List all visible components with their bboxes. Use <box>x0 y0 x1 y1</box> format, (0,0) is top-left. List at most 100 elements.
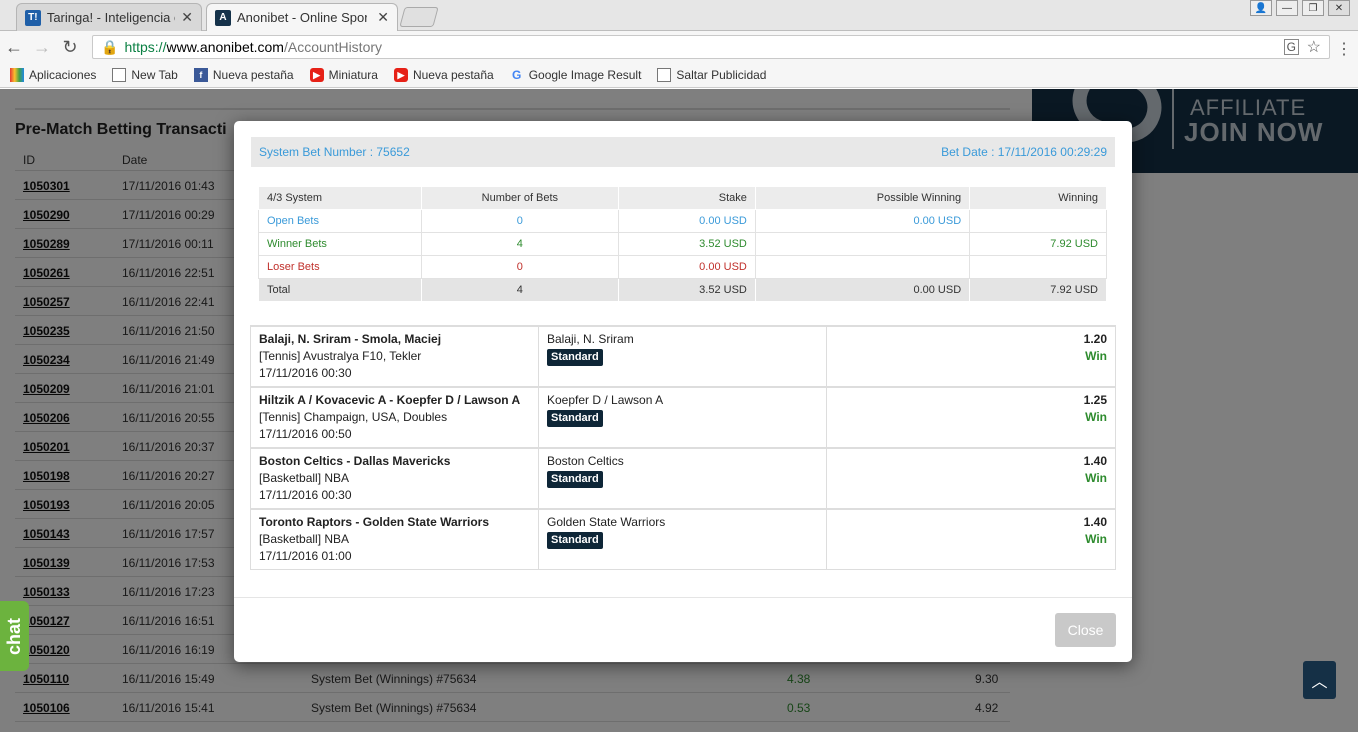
leg-league: [Tennis] Champaign, USA, Doubles <box>259 410 448 424</box>
scroll-to-top-button[interactable]: ︿ <box>1303 661 1336 699</box>
bet-type-badge: Standard <box>547 471 603 488</box>
translate-icon[interactable]: G <box>1283 39 1299 55</box>
summary-label: Total <box>258 278 422 302</box>
summary-header: Stake <box>618 186 756 210</box>
leg-selection: Koepfer D / Lawson A <box>547 393 664 407</box>
summary-count: 4 <box>420 232 620 256</box>
close-tab-icon[interactable]: ✕ <box>181 9 193 26</box>
leg-selection: Balaji, N. Sriram <box>547 332 634 346</box>
leg-odds: 1.20 <box>1083 332 1107 346</box>
leg-selection-cell: Golden State Warriors Standard <box>538 508 827 570</box>
leg-time: 17/11/2016 00:30 <box>259 366 352 380</box>
summary-winning <box>969 209 1107 233</box>
menu-kebab-icon[interactable]: ⋮ <box>1336 39 1352 59</box>
chat-button[interactable]: chat <box>0 601 29 671</box>
address-bar[interactable]: 🔒 https://www.anonibet.com/AccountHistor… <box>92 35 1330 59</box>
reload-icon[interactable]: ↻ <box>56 37 84 58</box>
summary-count: 0 <box>420 255 620 279</box>
bet-type-badge: Standard <box>547 410 603 427</box>
bookmark-saltar[interactable]: Saltar Publicidad <box>657 68 766 82</box>
leg-selection-cell: Koepfer D / Lawson A Standard <box>538 386 827 449</box>
profile-icon[interactable]: 👤 <box>1250 0 1272 16</box>
close-tab-icon[interactable]: ✕ <box>377 9 389 26</box>
summary-winning: 7.92 USD <box>969 278 1107 302</box>
summary-row-winner: Winner Bets 4 3.52 USD 7.92 USD <box>258 232 1107 256</box>
bookmark-label: New Tab <box>131 68 178 82</box>
facebook-icon: f <box>193 68 208 82</box>
summary-row-loser: Loser Bets 0 0.00 USD <box>258 255 1107 279</box>
back-arrow-icon[interactable]: ← <box>0 37 28 58</box>
summary-possible <box>754 232 971 256</box>
bookmark-label: Miniatura <box>328 68 378 82</box>
leg-result: Win <box>1085 471 1107 485</box>
leg-league: [Tennis] Avustralya F10, Tekler <box>259 349 422 363</box>
bookmark-facebook[interactable]: f Nueva pestaña <box>193 68 294 82</box>
leg-match: Boston Celtics - Dallas Mavericks <box>259 454 451 468</box>
leg-event: Boston Celtics - Dallas Mavericks [Baske… <box>250 447 539 510</box>
leg-odds: 1.25 <box>1083 393 1107 407</box>
url-path: /AccountHistory <box>283 39 383 55</box>
bookmark-youtube-1[interactable]: ▶ Miniatura <box>309 68 378 82</box>
bet-number: System Bet Number : 75652 <box>259 145 410 159</box>
youtube-icon: ▶ <box>309 68 324 82</box>
tab-title: Anonibet - Online Sports <box>237 10 367 25</box>
leg-league: [Basketball] NBA <box>259 471 350 485</box>
leg-event: Toronto Raptors - Golden State Warriors … <box>250 508 539 570</box>
new-tab-button[interactable] <box>399 7 439 27</box>
bookmark-google[interactable]: G Google Image Result <box>510 68 642 82</box>
summary-row-total: Total 4 3.52 USD 0.00 USD 7.92 USD <box>258 278 1107 302</box>
bet-details-modal: System Bet Number : 75652 Bet Date : 17/… <box>234 121 1132 662</box>
forward-arrow-icon[interactable]: → <box>28 37 56 58</box>
close-button[interactable]: Close <box>1055 613 1116 647</box>
bookmark-label: Google Image Result <box>528 68 642 82</box>
summary-header: 4/3 System <box>258 186 422 210</box>
leg-selection: Golden State Warriors <box>547 515 666 529</box>
modal-footer-divider <box>234 597 1132 598</box>
page-icon <box>112 68 127 82</box>
leg-odds-cell: 1.40 Win <box>826 508 1116 570</box>
tab-title: Taringa! - Inteligencia co <box>46 10 176 25</box>
bookmark-new-tab[interactable]: New Tab <box>112 68 178 82</box>
leg-selection: Boston Celtics <box>547 454 624 468</box>
leg-selection-cell: Balaji, N. Sriram Standard <box>538 325 827 388</box>
bet-legs-table: Balaji, N. Sriram - Smola, Maciej [Tenni… <box>250 325 1116 570</box>
leg-time: 17/11/2016 01:00 <box>259 549 352 563</box>
leg-match: Toronto Raptors - Golden State Warriors <box>259 515 490 529</box>
bookmark-star-icon[interactable]: ☆ <box>1307 37 1321 57</box>
summary-count: 0 <box>420 209 620 233</box>
leg-event: Balaji, N. Sriram - Smola, Maciej [Tenni… <box>250 325 539 388</box>
restore-icon[interactable]: ❐ <box>1302 0 1324 16</box>
leg-league: [Basketball] NBA <box>259 532 350 546</box>
chevron-up-icon: ︿ <box>1311 674 1328 691</box>
chat-label: chat <box>4 617 25 655</box>
leg-result: Win <box>1085 410 1107 424</box>
leg-odds-cell: 1.25 Win <box>826 386 1116 449</box>
bet-type-badge: Standard <box>547 349 603 366</box>
browser-tab-taringa[interactable]: T! Taringa! - Inteligencia co ✕ <box>16 3 202 31</box>
browser-tab-anonibet[interactable]: A Anonibet - Online Sports ✕ <box>206 3 398 31</box>
summary-stake: 0.00 USD <box>618 255 756 279</box>
bookmark-apps[interactable]: Aplicaciones <box>10 68 96 82</box>
minimize-icon[interactable]: — <box>1276 0 1298 16</box>
summary-winning <box>969 255 1107 279</box>
summary-possible: 0.00 USD <box>754 278 971 302</box>
summary-label: Winner Bets <box>258 232 422 256</box>
close-window-icon[interactable]: ✕ <box>1328 0 1350 16</box>
summary-header: Possible Winning <box>754 186 971 210</box>
bookmark-label: Nueva pestaña <box>212 68 294 82</box>
bet-date: Bet Date : 17/11/2016 00:29:29 <box>941 145 1107 159</box>
summary-possible <box>754 255 971 279</box>
bookmark-label: Aplicaciones <box>29 68 97 82</box>
bookmark-youtube-2[interactable]: ▶ Nueva pestaña <box>393 68 494 82</box>
taringa-favicon-icon: T! <box>25 9 41 26</box>
bet-leg-row: Boston Celtics - Dallas Mavericks [Baske… <box>250 447 1116 510</box>
summary-row-open: Open Bets 0 0.00 USD 0.00 USD <box>258 209 1107 233</box>
page-icon <box>657 68 672 82</box>
summary-header: Number of Bets <box>420 186 620 210</box>
bet-leg-row: Hiltzik A / Kovacevic A - Koepfer D / La… <box>250 386 1116 449</box>
summary-possible: 0.00 USD <box>754 209 971 233</box>
browser-toolbar: ← → ↻ 🔒 https://www.anonibet.com/Account… <box>0 31 1358 63</box>
bookmark-label: Saltar Publicidad <box>676 68 767 82</box>
summary-stake: 3.52 USD <box>618 278 756 302</box>
lock-icon: 🔒 <box>101 38 119 55</box>
